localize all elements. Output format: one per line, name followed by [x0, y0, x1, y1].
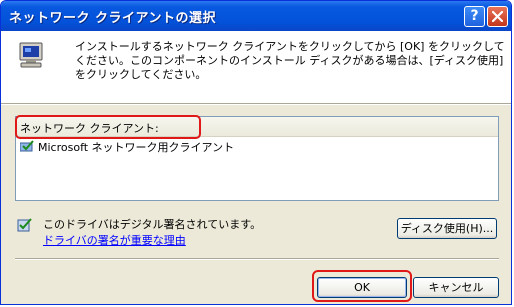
- window-title: ネットワーク クライアントの選択: [9, 11, 217, 26]
- dialog-window: ネットワーク クライアントの選択 ? インストールするネットワーク クライアント…: [0, 0, 512, 305]
- list-item-label: Microsoft ネットワーク用クライアント: [38, 141, 235, 154]
- ok-button[interactable]: OK: [317, 277, 407, 298]
- close-icon: [492, 11, 503, 22]
- have-disk-button[interactable]: ディスク使用(H)...: [397, 218, 497, 239]
- highlight-column-header: [15, 115, 201, 139]
- title-bar[interactable]: ネットワーク クライアントの選択 ?: [1, 1, 511, 31]
- client-list[interactable]: ネットワーク クライアント: Microsoft ネットワーク用クライアント: [15, 115, 499, 201]
- footer-divider: [15, 258, 499, 260]
- help-button[interactable]: ?: [464, 6, 485, 27]
- signature-status-text: このドライバはデジタル署名されています。: [43, 218, 262, 231]
- dialog-header: インストールするネットワーク クライアントをクリックしてから [OK] をクリッ…: [1, 31, 511, 103]
- instruction-text: インストールするネットワーク クライアントをクリックしてから [OK] をクリッ…: [75, 40, 505, 81]
- close-button[interactable]: [487, 6, 508, 27]
- cancel-button[interactable]: キャンセル: [413, 277, 499, 298]
- help-icon: ?: [470, 8, 479, 24]
- signature-info-link[interactable]: ドライバの署名が重要な理由: [43, 232, 186, 248]
- signed-driver-icon: [17, 218, 32, 232]
- header-divider: [1, 103, 511, 105]
- network-client-icon: [20, 140, 34, 152]
- network-computer-icon: [19, 42, 43, 68]
